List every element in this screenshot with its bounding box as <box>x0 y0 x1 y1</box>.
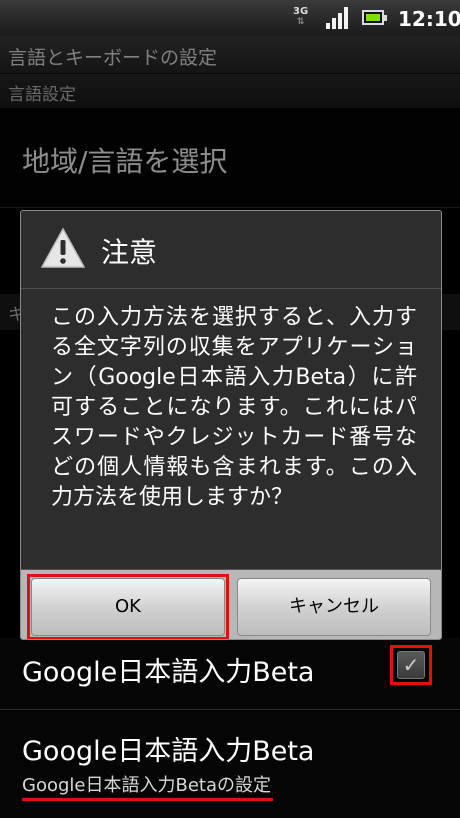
ok-button-highlight <box>27 574 229 639</box>
ime-checkbox[interactable]: ✓ <box>397 651 425 679</box>
dialog-button-bar: OK キャンセル <box>21 569 441 639</box>
dialog-message: この入力方法を選択すると、入力する全文字列の収集をアプリケーション（Google… <box>51 305 417 510</box>
data-activity-icon: ⇅ <box>296 17 305 27</box>
ime-settings-title: Google日本語入力Beta <box>22 736 315 767</box>
ime-toggle-label: Google日本語入力Beta <box>22 657 315 688</box>
ime-checkbox-highlight: ✓ <box>390 645 432 685</box>
warning-icon <box>41 227 85 268</box>
battery-icon <box>362 10 387 25</box>
status-bar: 3G ⇅ 12:10 <box>0 0 460 36</box>
dialog-title: 注意 <box>101 236 158 269</box>
ime-settings-summary: Google日本語入力Betaの設定 <box>22 771 273 801</box>
clock: 12:10 <box>398 7 460 31</box>
network-type: 3G <box>293 6 309 17</box>
network-indicator: 3G ⇅ <box>293 6 308 28</box>
cancel-button[interactable]: キャンセル <box>237 578 431 636</box>
signal-strength-icon <box>326 7 350 29</box>
dialog-header: 注意 <box>21 211 441 289</box>
warning-dialog: 注意 この入力方法を選択すると、入力する全文字列の収集をアプリケーション（Goo… <box>20 210 442 640</box>
ime-settings-item[interactable]: Google日本語入力Beta Google日本語入力Betaの設定 <box>0 711 460 818</box>
